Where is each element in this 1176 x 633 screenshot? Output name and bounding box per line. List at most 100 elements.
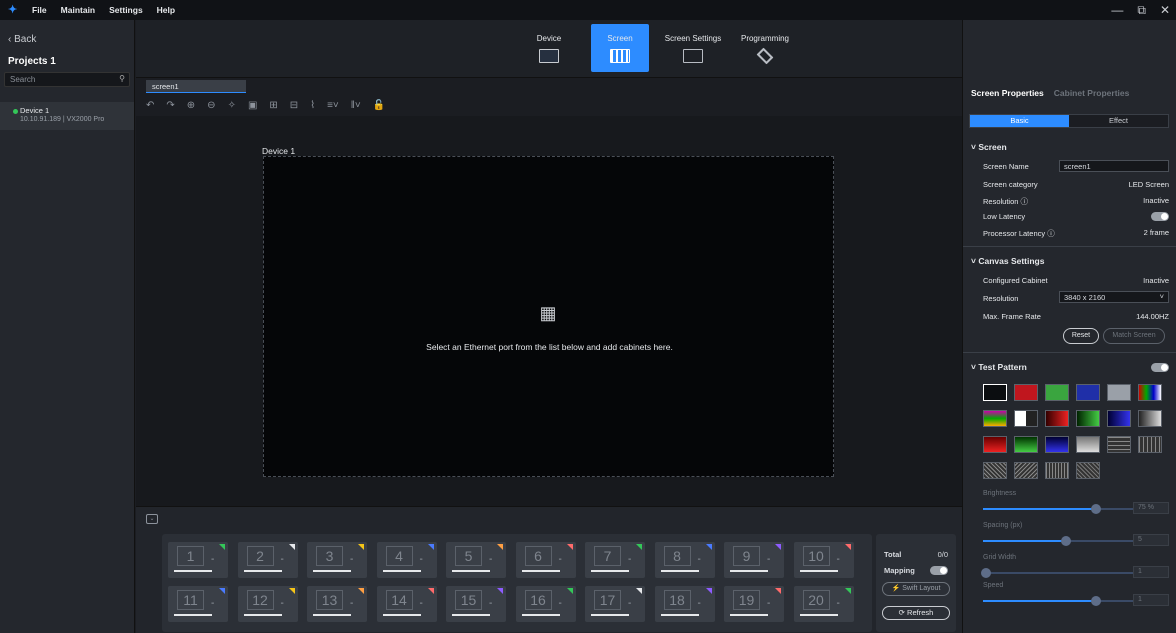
screen-name-input[interactable]: screen1: [1059, 160, 1169, 172]
test-pattern-swatch[interactable]: [1076, 384, 1100, 401]
ethernet-port-12[interactable]: 12-: [237, 586, 298, 622]
menu-maintain[interactable]: Maintain: [61, 5, 95, 15]
grid-width-slider[interactable]: [981, 568, 1133, 578]
ethernet-port-9[interactable]: 9-: [724, 542, 784, 578]
speed-slider[interactable]: [983, 596, 1133, 606]
ethernet-port-14[interactable]: 14-: [376, 586, 437, 622]
test-pattern-swatch[interactable]: [1014, 410, 1038, 427]
test-pattern-swatch[interactable]: [983, 384, 1007, 401]
spacing-input[interactable]: 5: [1133, 534, 1169, 546]
connect-icon[interactable]: ⌇: [310, 100, 315, 111]
spacing-knob[interactable]: [1060, 536, 1071, 546]
test-pattern-swatch[interactable]: [1014, 384, 1038, 401]
ethernet-port-17[interactable]: 17-: [585, 586, 645, 622]
menu-settings[interactable]: Settings: [109, 5, 143, 15]
test-pattern-swatch[interactable]: [1107, 436, 1131, 453]
ethernet-port-18[interactable]: 18-: [654, 586, 715, 622]
test-pattern-swatch[interactable]: [1045, 410, 1069, 427]
grid-width-input[interactable]: 1: [1133, 566, 1169, 578]
ethernet-port-20[interactable]: 20-: [793, 586, 854, 622]
ethernet-port-5[interactable]: 5-: [446, 542, 506, 578]
test-pattern-swatch[interactable]: [1076, 410, 1100, 427]
mapping-toggle[interactable]: [930, 566, 948, 575]
ethernet-port-2[interactable]: 2-: [237, 542, 298, 578]
minimize-icon[interactable]: —: [1111, 3, 1123, 18]
refresh-button[interactable]: ⟳ Refresh: [882, 606, 950, 620]
tab-cabinet-properties[interactable]: Cabinet Properties: [1054, 88, 1130, 98]
tab-screen1[interactable]: screen1: [146, 80, 246, 93]
test-pattern-swatch[interactable]: [1107, 384, 1131, 401]
test-pattern-swatch[interactable]: [983, 436, 1007, 453]
grid-icon[interactable]: ⊞: [269, 100, 277, 111]
align-icon[interactable]: ≡˅: [327, 100, 339, 111]
test-pattern-swatch[interactable]: [983, 410, 1007, 427]
ethernet-port-10[interactable]: 10-: [793, 542, 854, 578]
test-pattern-swatch[interactable]: [1045, 436, 1069, 453]
grid-width-knob[interactable]: [981, 568, 991, 578]
split-icon[interactable]: ⊟: [290, 100, 298, 111]
nav-device[interactable]: Device: [520, 24, 578, 72]
lock-icon[interactable]: 🔓: [373, 100, 385, 111]
brightness-input[interactable]: 75 %: [1133, 502, 1169, 514]
ethernet-port-8[interactable]: 8-: [654, 542, 715, 578]
test-pattern-swatch[interactable]: [1107, 410, 1131, 427]
screen-canvas[interactable]: ▦ Select an Ethernet port from the list …: [263, 156, 834, 477]
nav-screen-settings[interactable]: Screen Settings: [658, 24, 728, 72]
ethernet-port-13[interactable]: 13-: [307, 586, 367, 622]
canvas-section-header[interactable]: ˅ Canvas Settings: [971, 256, 1044, 266]
zoom-out-icon[interactable]: ⊖: [207, 100, 215, 111]
speed-input[interactable]: 1: [1133, 594, 1169, 606]
test-pattern-swatch[interactable]: [1076, 436, 1100, 453]
test-pattern-swatch[interactable]: [1014, 462, 1038, 479]
speed-knob[interactable]: [1090, 596, 1101, 606]
nav-programming[interactable]: Programming: [734, 24, 796, 72]
screen-section-header[interactable]: ˅ Screen: [971, 142, 1007, 152]
zoom-in-icon[interactable]: ⊕: [187, 100, 195, 111]
test-pattern-section-header[interactable]: ˅ Test Pattern: [971, 362, 1027, 372]
ethernet-port-19[interactable]: 19-: [724, 586, 784, 622]
ethernet-port-11[interactable]: 11-: [168, 586, 228, 622]
spacing-slider[interactable]: [983, 536, 1133, 546]
test-pattern-swatch[interactable]: [1138, 384, 1162, 401]
tab-screen-properties[interactable]: Screen Properties: [971, 88, 1044, 98]
test-pattern-swatch[interactable]: [1045, 462, 1069, 479]
canvas-resolution-select[interactable]: 3840 x 2160 ˅: [1059, 291, 1169, 303]
nav-screen[interactable]: Screen: [591, 24, 649, 72]
low-latency-toggle[interactable]: [1151, 212, 1169, 221]
test-pattern-swatch[interactable]: [1076, 462, 1100, 479]
brightness-knob[interactable]: [1090, 504, 1101, 514]
match-screen-button[interactable]: Match Screen: [1103, 328, 1165, 344]
restore-icon[interactable]: ⧉: [1137, 3, 1146, 18]
test-pattern-swatch[interactable]: [1138, 436, 1162, 453]
menu-help[interactable]: Help: [157, 5, 175, 15]
test-pattern-toggle[interactable]: [1151, 363, 1169, 372]
ethernet-port-15[interactable]: 15-: [446, 586, 506, 622]
undo-icon[interactable]: ↶: [146, 100, 154, 111]
distribute-icon[interactable]: ‖˅: [351, 100, 361, 111]
search-icon[interactable]: ⚲: [119, 74, 125, 83]
ethernet-port-3[interactable]: 3-: [307, 542, 367, 578]
ethernet-port-7[interactable]: 7-: [585, 542, 645, 578]
device-list-item[interactable]: Device 1 10.10.91.189 | VX2000 Pro: [0, 102, 134, 130]
ethernet-port-4[interactable]: 4-: [376, 542, 437, 578]
swift-layout-button[interactable]: ⚡ Swift Layout: [882, 582, 950, 596]
search-input[interactable]: Search ⚲: [4, 72, 130, 87]
seg-basic[interactable]: Basic: [970, 115, 1069, 127]
test-pattern-swatch[interactable]: [1138, 410, 1162, 427]
fit-icon[interactable]: ✧: [228, 100, 236, 111]
seg-effect[interactable]: Effect: [1069, 115, 1168, 127]
fullscreen-icon[interactable]: ▣: [248, 100, 257, 111]
ethernet-port-16[interactable]: 16-: [515, 586, 576, 622]
test-pattern-swatch[interactable]: [1045, 384, 1069, 401]
test-pattern-swatch[interactable]: [983, 462, 1007, 479]
close-icon[interactable]: ✕: [1160, 3, 1170, 18]
back-button[interactable]: ‹ Back: [8, 34, 36, 45]
reset-button[interactable]: Reset: [1063, 328, 1099, 344]
test-pattern-swatch[interactable]: [1014, 436, 1038, 453]
ethernet-port-6[interactable]: 6-: [515, 542, 576, 578]
collapse-icon[interactable]: ⌄: [146, 514, 158, 524]
brightness-slider[interactable]: [983, 504, 1133, 514]
ethernet-port-1[interactable]: 1-: [168, 542, 228, 578]
menu-file[interactable]: File: [32, 5, 47, 15]
redo-icon[interactable]: ↷: [166, 100, 174, 111]
